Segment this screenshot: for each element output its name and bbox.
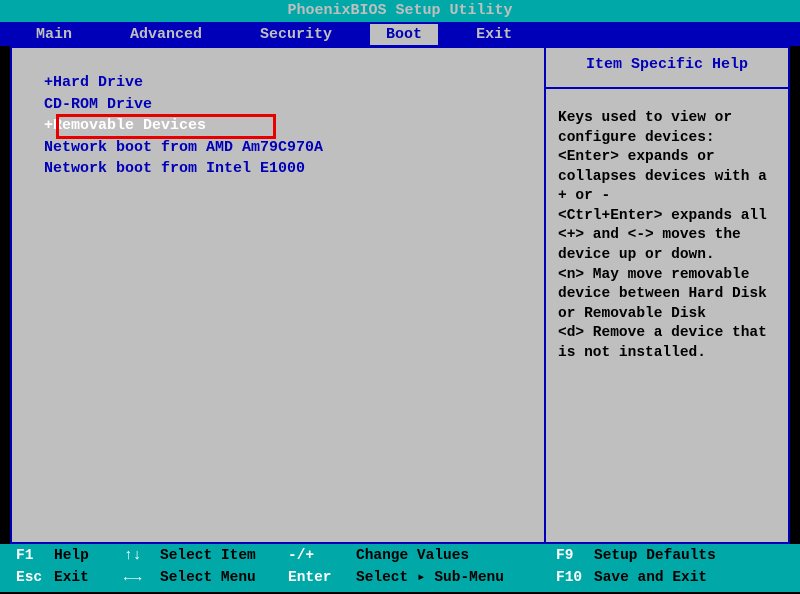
label-select-menu: Select Menu bbox=[160, 568, 288, 590]
menu-boot[interactable]: Boot bbox=[370, 24, 438, 45]
boot-item-removable[interactable]: +Removable Devices bbox=[44, 115, 214, 137]
label-select-item: Select Item bbox=[160, 546, 288, 568]
boot-list: +Hard Drive CD-ROM Drive +Removable Devi… bbox=[44, 72, 532, 180]
footer-bar: F1 Help ↑↓ Select Item -/+ Change Values… bbox=[0, 544, 800, 592]
menu-security[interactable]: Security bbox=[240, 24, 352, 45]
footer-row-1: F1 Help ↑↓ Select Item -/+ Change Values… bbox=[16, 546, 784, 568]
menu-exit[interactable]: Exit bbox=[456, 24, 532, 45]
key-esc: Esc bbox=[16, 568, 54, 590]
boot-item-hard-drive[interactable]: +Hard Drive bbox=[44, 72, 532, 94]
label-exit: Exit bbox=[54, 568, 124, 590]
label-select-submenu: Select ▸ Sub-Menu bbox=[356, 568, 556, 590]
boot-item-net-intel[interactable]: Network boot from Intel E1000 bbox=[44, 158, 532, 180]
help-text: Keys used to view or configure devices:<… bbox=[558, 109, 776, 363]
footer-row-2: Esc Exit ←→ Select Menu Enter Select ▸ S… bbox=[16, 568, 784, 590]
key-plusminus: -/+ bbox=[288, 546, 356, 568]
label-change-values: Change Values bbox=[356, 546, 556, 568]
help-divider bbox=[546, 87, 788, 89]
boot-item-cdrom[interactable]: CD-ROM Drive bbox=[44, 94, 532, 116]
label-setup-defaults: Setup Defaults bbox=[594, 546, 716, 568]
menu-main[interactable]: Main bbox=[16, 24, 92, 45]
key-enter: Enter bbox=[288, 568, 356, 590]
title-text: PhoenixBIOS Setup Utility bbox=[287, 2, 512, 19]
help-title: Item Specific Help bbox=[558, 56, 776, 79]
content-area: +Hard Drive CD-ROM Drive +Removable Devi… bbox=[0, 46, 800, 544]
key-f10: F10 bbox=[556, 568, 594, 590]
boot-item-net-amd[interactable]: Network boot from AMD Am79C970A bbox=[44, 137, 532, 159]
key-f1: F1 bbox=[16, 546, 54, 568]
bios-window: PhoenixBIOS Setup Utility Main Advanced … bbox=[0, 0, 800, 594]
key-f9: F9 bbox=[556, 546, 594, 568]
title-bar: PhoenixBIOS Setup Utility bbox=[0, 0, 800, 22]
boot-order-panel: +Hard Drive CD-ROM Drive +Removable Devi… bbox=[10, 46, 545, 544]
label-save-exit: Save and Exit bbox=[594, 568, 707, 590]
help-panel: Item Specific Help Keys used to view or … bbox=[545, 46, 790, 544]
arrows-updown-icon: ↑↓ bbox=[124, 546, 160, 568]
menu-bar: Main Advanced Security Boot Exit bbox=[0, 22, 800, 46]
arrows-leftright-icon: ←→ bbox=[124, 568, 160, 590]
menu-advanced[interactable]: Advanced bbox=[110, 24, 222, 45]
label-help: Help bbox=[54, 546, 124, 568]
